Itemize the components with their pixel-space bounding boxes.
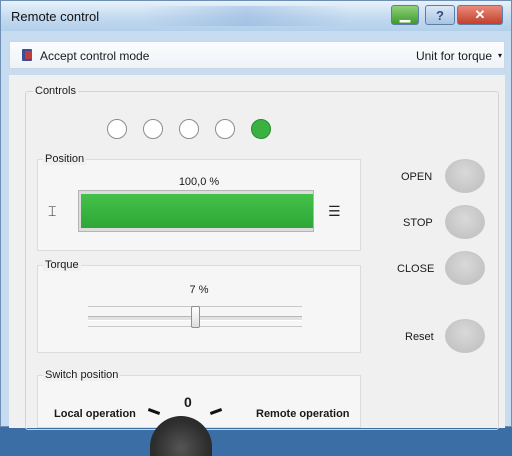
open-label: OPEN — [401, 171, 433, 183]
end-stop-open-icon: ☰ — [328, 204, 341, 220]
status-lamp-3 — [179, 119, 199, 139]
minimize-icon: ▁ — [400, 7, 410, 22]
selector-knob[interactable] — [150, 416, 212, 456]
reset-button[interactable] — [445, 319, 485, 353]
close-icon: ✕ — [474, 7, 486, 22]
status-lamp-4 — [215, 119, 235, 139]
status-lamp-5 — [251, 119, 271, 139]
end-stop-closed-icon: ⌶ — [48, 204, 57, 220]
close-command-button[interactable] — [445, 251, 485, 285]
close-button[interactable]: ✕ — [457, 5, 503, 25]
menu-bar: Accept control mode Unit for torque ▾ — [9, 41, 505, 69]
torque-value: 7 % — [189, 284, 209, 296]
window-title: Remote control — [11, 9, 100, 24]
help-icon: ? — [436, 7, 444, 23]
reset-label: Reset — [405, 331, 434, 343]
position-label: Position — [43, 153, 87, 165]
close-label: CLOSE — [397, 263, 435, 275]
remote-operation-label: Remote operation — [256, 408, 350, 420]
position-bar-fill — [81, 194, 313, 228]
position-value: 100,0 % — [178, 176, 220, 188]
torque-label: Torque — [43, 259, 81, 271]
switch-zero-label: 0 — [184, 394, 192, 410]
open-button[interactable] — [445, 159, 485, 193]
switch-position-panel: Local operation 0 Remote operation — [37, 375, 361, 456]
title-bar[interactable]: Remote control ▁ ? ✕ — [1, 1, 511, 31]
switch-position-label: Switch position — [43, 369, 121, 381]
local-operation-label: Local operation — [54, 408, 136, 420]
chevron-down-icon: ▾ — [497, 51, 502, 60]
remote-control-window: Remote control ▁ ? ✕ Accept control mode… — [0, 0, 512, 456]
torque-slider-thumb[interactable] — [191, 306, 200, 328]
status-lamp-1 — [107, 119, 127, 139]
controls-group-label: Controls — [33, 85, 78, 97]
torque-panel: 7 % — [37, 265, 361, 353]
title-watermark — [141, 6, 351, 26]
switch-tick-right — [209, 408, 223, 415]
book-icon — [22, 49, 32, 61]
client-area: Controls 100,0 % ⌶ ☰ Position 7 % Torque — [9, 75, 505, 456]
status-lamp-2 — [143, 119, 163, 139]
minimize-button[interactable]: ▁ — [391, 5, 419, 25]
position-panel: 100,0 % ⌶ ☰ — [37, 159, 361, 251]
accept-control-mode-menu[interactable]: Accept control mode — [40, 49, 149, 63]
unit-for-torque-menu[interactable]: Unit for torque — [416, 49, 492, 63]
help-button[interactable]: ? — [425, 5, 455, 25]
stop-button[interactable] — [445, 205, 485, 239]
stop-label: STOP — [403, 217, 433, 229]
position-bar — [78, 190, 314, 232]
switch-tick-left — [147, 408, 161, 415]
